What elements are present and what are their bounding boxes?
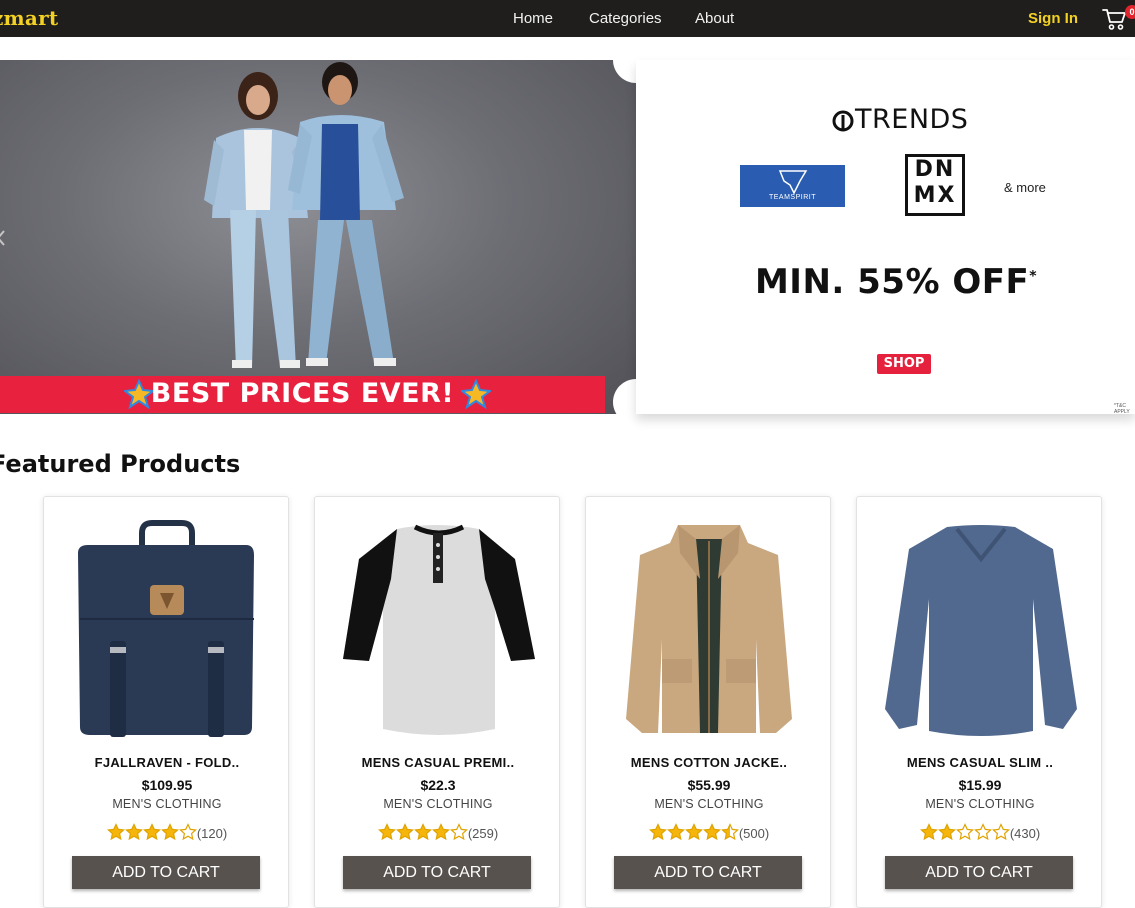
product-price: $55.99 [687,777,731,793]
product-rating: (120) [44,823,290,841]
discount-offer: MIN. 55% OFF* [636,262,1135,302]
star-full-icon [937,823,956,841]
shop-button[interactable]: SHOP [877,354,931,374]
product-image-cotton-jacket [626,525,792,733]
star-half-icon [720,823,739,841]
star-icon [461,379,491,409]
add-to-cart-button[interactable]: ADD TO CART [885,856,1073,889]
star-rating-icons [919,823,1010,841]
carousel-prev-arrow-icon[interactable] [0,228,6,248]
product-card[interactable]: MENS CASUAL SLIM .. $15.99 MEN'S CLOTHIN… [856,496,1102,908]
product-rating: (500) [586,823,832,841]
top-navbar: zmart Home Categories About Sign In 0 [0,0,1135,37]
product-title[interactable]: FJALLRAVEN - FOLD.. [44,755,290,770]
product-card[interactable]: MENS COTTON JACKE.. $55.99 MEN'S CLOTHIN… [585,496,831,908]
star-full-icon [413,823,432,841]
nav-link-categories[interactable]: Categories [589,10,662,27]
product-category: MEN'S CLOTHING [112,797,222,811]
banner-headline: BEST PRICES EVER! [150,378,455,409]
product-card[interactable]: MENS CASUAL PREMI.. $22.3 MEN'S CLOTHING… [314,496,560,908]
star-full-icon [160,823,179,841]
trends-brand: TRENDS [855,104,969,135]
star-rating-icons [106,823,197,841]
dnmx-logo-line1: DN [914,157,956,182]
star-empty-icon [955,823,974,841]
star-full-icon [142,823,161,841]
featured-products-heading: Featured Products [0,450,241,478]
product-image-slim-tee [885,525,1077,736]
cart-count-badge: 0 [1125,5,1135,19]
product-title[interactable]: MENS CASUAL PREMI.. [315,755,561,770]
teamspirit-label: TEAMSPIRIT [768,194,816,201]
discount-offer-text: MIN. 55% OFF [754,262,1030,302]
rating-count: (259) [467,826,499,841]
star-empty-icon [991,823,1010,841]
star-full-icon [377,823,396,841]
models-photo [204,62,404,368]
rating-count: (120) [196,826,228,841]
star-full-icon [124,823,143,841]
star-full-icon [666,823,685,841]
product-category: MEN'S CLOTHING [925,797,1035,811]
nav-link-about[interactable]: About [695,10,734,27]
discount-offer-mark: * [1029,268,1038,285]
banner-photo-panel: BEST PRICES EVER! [0,60,636,414]
dnmx-logo-line2: MX [913,183,957,208]
rating-count: (500) [738,826,770,841]
product-category: MEN'S CLOTHING [654,797,764,811]
star-full-icon [106,823,125,841]
product-price: $22.3 [420,777,456,793]
star-empty-icon [178,823,197,841]
star-rating-icons [377,823,468,841]
product-title[interactable]: MENS COTTON JACKE.. [586,755,832,770]
product-category: MEN'S CLOTHING [383,797,493,811]
nav-link-home[interactable]: Home [513,10,553,27]
star-full-icon [702,823,721,841]
product-image-raglan-tshirt [343,524,535,735]
and-more-label: & more [1004,180,1046,195]
product-rating: (430) [857,823,1103,841]
star-full-icon [395,823,414,841]
star-full-icon [648,823,667,841]
add-to-cart-button[interactable]: ADD TO CART [72,856,260,889]
star-full-icon [919,823,938,841]
add-to-cart-button[interactable]: ADD TO CART [343,856,531,889]
star-rating-icons [648,823,739,841]
product-price: $109.95 [141,777,193,793]
star-empty-icon [449,823,468,841]
reliance-logo-icon [832,110,854,132]
brand-logo[interactable]: zmart [0,6,58,30]
add-to-cart-button[interactable]: ADD TO CART [614,856,802,889]
sign-in-link[interactable]: Sign In [1028,10,1078,27]
star-full-icon [431,823,450,841]
product-rating: (259) [315,823,561,841]
product-title[interactable]: MENS CASUAL SLIM .. [857,755,1103,770]
rating-count: (430) [1009,826,1041,841]
product-price: $15.99 [958,777,1002,793]
star-empty-icon [973,823,992,841]
product-card[interactable]: FJALLRAVEN - FOLD.. $109.95 MEN'S CLOTHI… [43,496,289,908]
terms-note: *T&C APPLY [1114,403,1130,415]
product-image-backpack [78,520,254,737]
star-full-icon [684,823,703,841]
